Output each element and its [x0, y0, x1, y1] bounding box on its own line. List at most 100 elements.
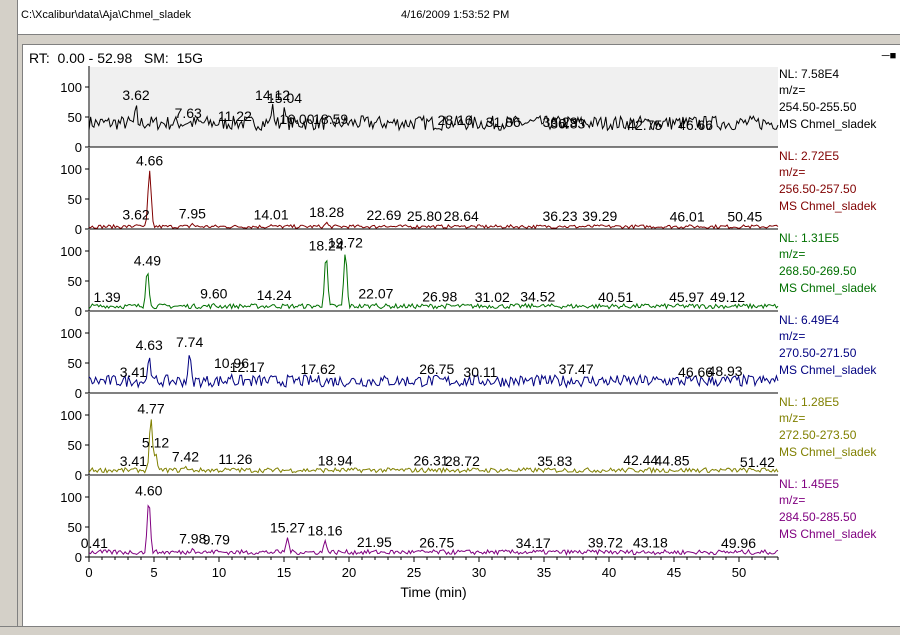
peak-label: 26.98: [422, 289, 457, 305]
peak-label: 50.45: [727, 208, 762, 224]
mz-label: m/z=: [779, 247, 805, 261]
peak-label: 28.72: [445, 453, 480, 469]
peak-label: 3.62: [122, 207, 149, 223]
y-tick-label: 0: [75, 386, 82, 401]
peak-label: 7.42: [172, 448, 199, 464]
y-tick-label: 50: [68, 438, 82, 453]
y-tick-label: 0: [75, 222, 82, 237]
peak-label: 44.85: [655, 453, 690, 469]
mz-range: 268.50-269.50: [779, 264, 857, 278]
peak-label: 30.11: [463, 364, 497, 380]
peak-label: 31.02: [475, 289, 510, 305]
peak-label: 9.79: [203, 532, 230, 548]
peak-label: 26.75: [419, 535, 454, 551]
y-tick-label: 100: [60, 244, 82, 259]
y-tick-label: 100: [60, 326, 82, 341]
y-tick-label: 0: [75, 304, 82, 319]
y-tick-label: 50: [68, 356, 82, 371]
y-tick-label: 100: [60, 490, 82, 505]
x-axis-title: Time (min): [400, 584, 466, 600]
mz-label: m/z=: [779, 493, 805, 507]
normalization-level: NL: 1.45E5: [779, 477, 839, 491]
y-tick-label: 100: [60, 408, 82, 423]
peak-label: 9.60: [200, 286, 227, 302]
peak-label: 28.64: [444, 208, 479, 224]
peak-label: 4.60: [135, 482, 162, 498]
y-tick-label: 50: [68, 192, 82, 207]
peak-label: 31.86: [486, 114, 521, 130]
ms-filename: MS Chmel_sladek: [779, 117, 877, 131]
peak-label: 28.16: [438, 112, 473, 128]
peak-label: 43.18: [633, 535, 668, 551]
y-tick-label: 50: [68, 274, 82, 289]
y-tick-label: 100: [60, 162, 82, 177]
peak-label: 14.24: [257, 287, 292, 303]
peak-label: 4.49: [134, 253, 161, 269]
peak-label: 49.12: [710, 289, 745, 305]
peak-label: 15.27: [270, 520, 305, 536]
peak-label: 14.01: [254, 207, 289, 223]
mz-label: m/z=: [779, 329, 805, 343]
normalization-level: NL: 7.58E4: [779, 67, 839, 81]
x-tick-label: 50: [732, 565, 746, 580]
peak-label: 22.69: [366, 207, 401, 223]
x-tick-label: 0: [85, 565, 92, 580]
peak-label: 49.96: [721, 535, 756, 551]
y-tick-label: 0: [75, 468, 82, 483]
mz-range: 270.50-271.50: [779, 346, 857, 360]
mz-label: m/z=: [779, 411, 805, 425]
ms-filename: MS Chmel_sladek: [779, 199, 877, 213]
peak-label: 22.07: [358, 286, 393, 302]
peak-label: 18.16: [308, 523, 343, 539]
peak-label: 25.80: [407, 208, 442, 224]
peak-label: 0.41: [81, 535, 108, 551]
x-tick-label: 25: [407, 565, 421, 580]
peak-label: 48.93: [708, 363, 743, 379]
x-tick-label: 10: [212, 565, 226, 580]
peak-label: 7.95: [179, 205, 206, 221]
ms-filename: MS Chmel_sladek: [779, 445, 877, 459]
peak-label: 35.83: [537, 453, 572, 469]
x-tick-label: 15: [277, 565, 291, 580]
peak-label: 17.62: [301, 361, 336, 377]
peak-label: 40.51: [598, 289, 633, 305]
x-tick-label: 35: [537, 565, 551, 580]
peak-label: 5.12: [142, 435, 169, 451]
peak-label: 3.41: [120, 364, 147, 380]
peak-label: 16.00: [279, 111, 314, 127]
x-tick-label: 20: [342, 565, 356, 580]
peak-label: 18.59: [313, 111, 348, 127]
peak-label: 42.75: [627, 117, 662, 133]
y-tick-label: 50: [68, 110, 82, 125]
x-tick-label: 45: [667, 565, 681, 580]
mz-label: m/z=: [779, 165, 805, 179]
y-tick-label: 50: [68, 520, 82, 535]
normalization-level: NL: 6.49E4: [779, 313, 839, 327]
y-tick-label: 100: [60, 80, 82, 95]
peak-label: 7.74: [176, 334, 203, 350]
peak-label: 46.66: [678, 117, 713, 133]
peak-label: 12.17: [230, 359, 265, 375]
y-tick-label: 0: [75, 140, 82, 155]
mz-range: 284.50-285.50: [779, 510, 857, 524]
peak-label: 11.26: [218, 451, 252, 467]
peak-label: 15.04: [267, 90, 302, 106]
peak-label: 4.66: [136, 153, 163, 169]
peak-label: 3.62: [122, 87, 149, 103]
peak-label: 39.72: [588, 535, 623, 551]
peak-label: 26.75: [419, 361, 454, 377]
peak-label: 21.95: [357, 534, 392, 550]
ms-filename: MS Chmel_sladek: [779, 527, 877, 541]
peak-label: 34.17: [516, 535, 551, 551]
normalization-level: NL: 1.28E5: [779, 395, 839, 409]
peak-label: 4.77: [137, 400, 164, 416]
normalization-level: NL: 1.31E5: [779, 231, 839, 245]
peak-label: 51.42: [740, 454, 775, 470]
peak-label: 1.39: [93, 289, 120, 305]
mz-label: m/z=: [779, 83, 805, 97]
peak-label: 26.31: [414, 453, 449, 469]
chromatogram-chart: 050100 3.627.63 11.2214.1215.0416.0018.59 2…: [60, 66, 877, 600]
mz-range: 256.50-257.50: [779, 182, 857, 196]
ms-filename: MS Chmel_sladek: [779, 363, 877, 377]
y-tick-label: 0: [75, 550, 82, 565]
